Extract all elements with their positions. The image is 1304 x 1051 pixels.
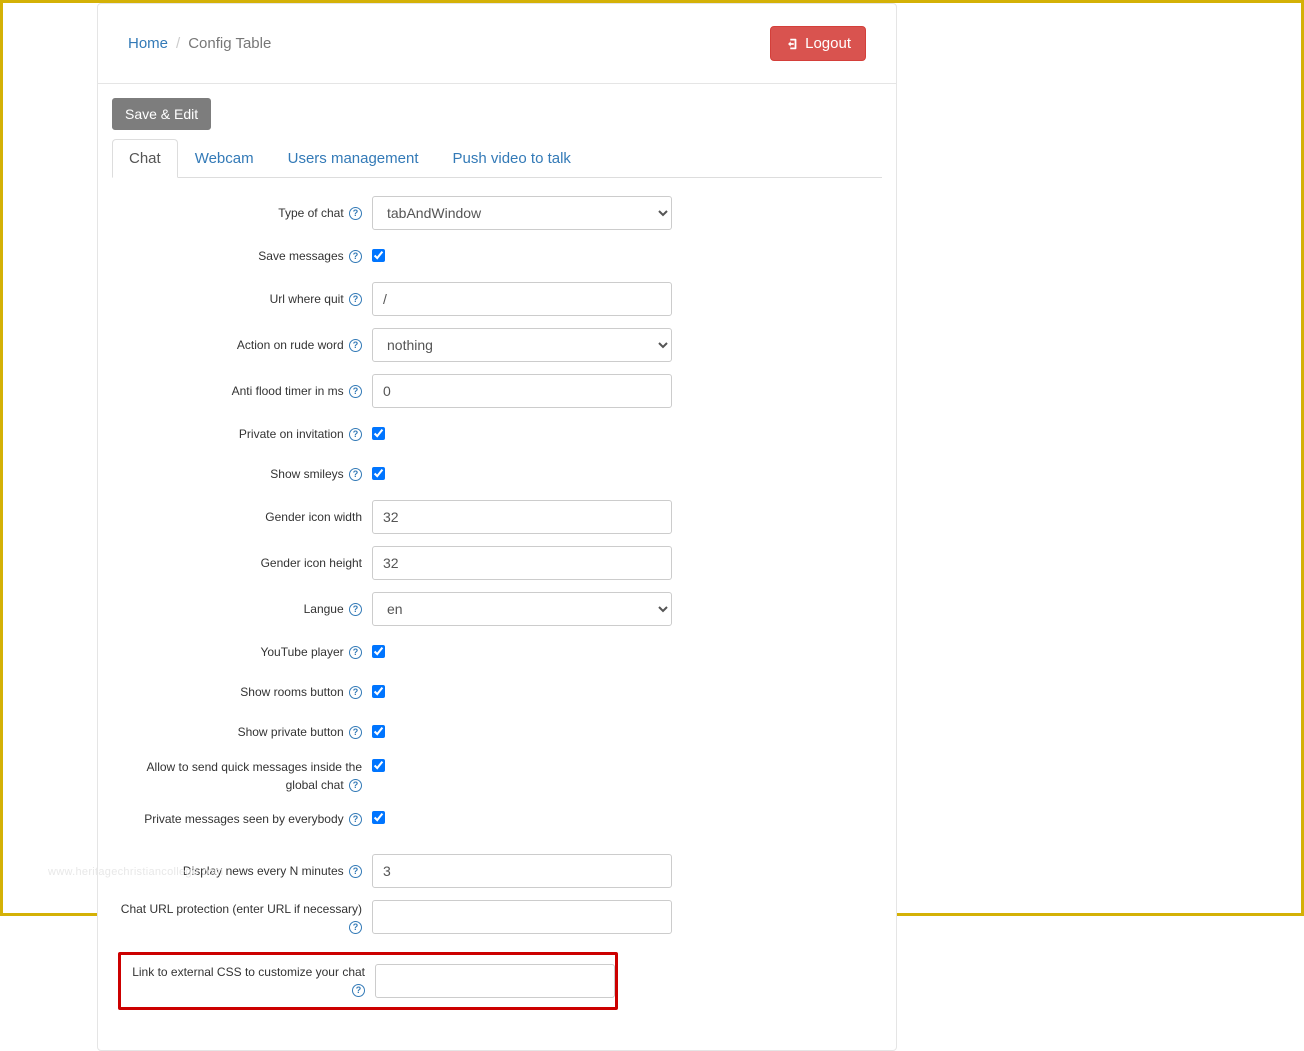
anti-flood-input[interactable]	[372, 374, 672, 408]
help-icon[interactable]: ?	[349, 921, 362, 934]
logout-icon	[785, 37, 799, 51]
breadcrumb: Home / Config Table	[128, 35, 271, 52]
url-where-quit-input[interactable]	[372, 282, 672, 316]
watermark: www.heritagechristiancollege.com	[48, 866, 223, 878]
show-smileys-checkbox[interactable]	[372, 467, 385, 480]
help-icon[interactable]: ?	[349, 726, 362, 739]
save-edit-button[interactable]: Save & Edit	[112, 98, 211, 130]
chat-form: Type of chat ? tabAndWindow Save message…	[112, 178, 882, 1010]
external-css-input[interactable]	[375, 964, 615, 998]
help-icon[interactable]: ?	[349, 250, 362, 263]
show-private-button-label: Show private button	[238, 725, 344, 739]
help-icon[interactable]: ?	[349, 339, 362, 352]
help-icon[interactable]: ?	[352, 984, 365, 997]
breadcrumb-separator: /	[176, 35, 180, 52]
help-icon[interactable]: ?	[349, 686, 362, 699]
gender-icon-width-label: Gender icon width	[265, 510, 362, 524]
help-icon[interactable]: ?	[349, 385, 362, 398]
url-where-quit-label: Url where quit	[270, 292, 344, 306]
breadcrumb-current: Config Table	[188, 35, 271, 52]
quick-messages-checkbox[interactable]	[372, 759, 385, 772]
chat-url-protection-label: Chat URL protection (enter URL if necess…	[121, 902, 362, 916]
show-rooms-button-label: Show rooms button	[240, 685, 343, 699]
show-rooms-button-checkbox[interactable]	[372, 685, 385, 698]
help-icon[interactable]: ?	[349, 813, 362, 826]
help-icon[interactable]: ?	[349, 779, 362, 792]
help-icon[interactable]: ?	[349, 865, 362, 878]
save-messages-checkbox[interactable]	[372, 249, 385, 262]
help-icon[interactable]: ?	[349, 293, 362, 306]
external-css-label: Link to external CSS to customize your c…	[132, 965, 365, 979]
gender-icon-height-label: Gender icon height	[261, 556, 362, 570]
panel-body: Save & Edit Chat Webcam Users management…	[98, 84, 896, 1050]
type-of-chat-label: Type of chat	[278, 206, 343, 220]
langue-label: Langue	[304, 602, 344, 616]
config-panel: Home / Config Table Logout Save & Edit C…	[97, 3, 897, 1051]
gender-icon-height-input[interactable]	[372, 546, 672, 580]
private-seen-everybody-label: Private messages seen by everybody	[144, 812, 343, 826]
logout-button[interactable]: Logout	[770, 26, 866, 61]
private-seen-everybody-checkbox[interactable]	[372, 811, 385, 824]
langue-select[interactable]: en	[372, 592, 672, 626]
quick-messages-label: Allow to send quick messages inside the …	[147, 760, 362, 792]
tab-users-management[interactable]: Users management	[271, 139, 436, 178]
private-on-invitation-label: Private on invitation	[239, 427, 344, 441]
panel-header: Home / Config Table Logout	[98, 4, 896, 84]
tabs: Chat Webcam Users management Push video …	[112, 138, 882, 178]
anti-flood-label: Anti flood timer in ms	[232, 384, 344, 398]
help-icon[interactable]: ?	[349, 603, 362, 616]
gender-icon-width-input[interactable]	[372, 500, 672, 534]
action-rude-word-select[interactable]: nothing	[372, 328, 672, 362]
type-of-chat-select[interactable]: tabAndWindow	[372, 196, 672, 230]
help-icon[interactable]: ?	[349, 428, 362, 441]
tab-push-video[interactable]: Push video to talk	[436, 139, 588, 178]
help-icon[interactable]: ?	[349, 646, 362, 659]
breadcrumb-home[interactable]: Home	[128, 35, 168, 52]
tab-webcam[interactable]: Webcam	[178, 139, 271, 178]
logout-label: Logout	[805, 35, 851, 52]
private-on-invitation-checkbox[interactable]	[372, 427, 385, 440]
help-icon[interactable]: ?	[349, 207, 362, 220]
external-css-highlight: Link to external CSS to customize your c…	[118, 952, 618, 1010]
display-news-input[interactable]	[372, 854, 672, 888]
save-messages-label: Save messages	[258, 249, 343, 263]
help-icon[interactable]: ?	[349, 468, 362, 481]
show-smileys-label: Show smileys	[270, 467, 343, 481]
youtube-player-checkbox[interactable]	[372, 645, 385, 658]
chat-url-protection-input[interactable]	[372, 900, 672, 934]
youtube-player-label: YouTube player	[260, 645, 343, 659]
action-rude-word-label: Action on rude word	[237, 338, 344, 352]
tab-chat[interactable]: Chat	[112, 139, 178, 178]
show-private-button-checkbox[interactable]	[372, 725, 385, 738]
